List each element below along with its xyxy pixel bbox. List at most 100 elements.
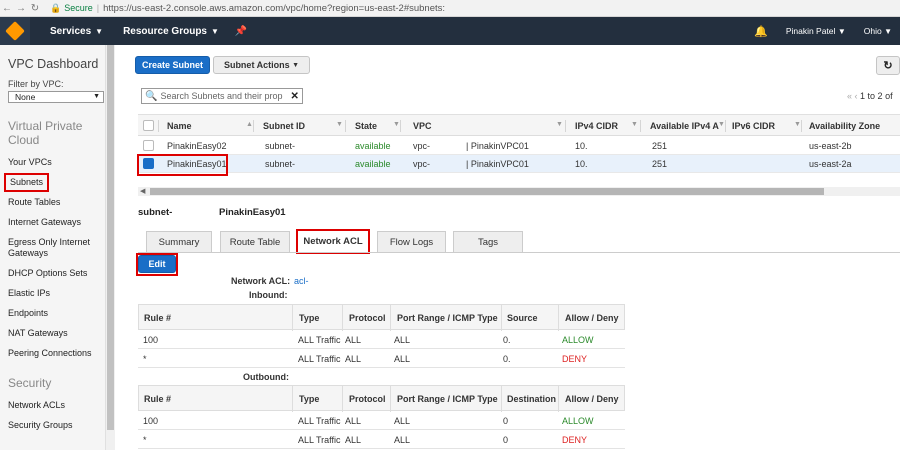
col-ipv6-cidr[interactable]: IPv6 CIDR	[732, 121, 775, 131]
bell-icon[interactable]: 🔔	[754, 25, 768, 38]
detail-subnet-id: subnet-	[138, 207, 173, 218]
col-state[interactable]: State	[355, 121, 377, 131]
forward-icon[interactable]: →	[14, 3, 28, 14]
edit-button[interactable]: Edit	[138, 255, 176, 273]
table-row: * ALL Traffic ALL ALL 0 DENY	[138, 430, 625, 449]
sidebar-item-nat-gateways[interactable]: NAT Gateways	[8, 328, 104, 339]
table-row[interactable]: PinakinEasy02 subnet- available vpc- | P…	[138, 137, 900, 155]
cell-rule: *	[143, 354, 147, 364]
network-acl-label: Network ACL:	[231, 276, 291, 286]
col-subnet-id[interactable]: Subnet ID	[263, 121, 305, 131]
prev-page-icon[interactable]: ‹	[855, 91, 858, 101]
col-availability-zone[interactable]: Availability Zone	[809, 121, 880, 131]
cell-type: ALL Traffic	[298, 335, 341, 345]
secure-label: Secure	[64, 3, 93, 13]
sidebar-scrollbar[interactable]	[106, 45, 115, 450]
column-separator	[640, 120, 641, 132]
highlight-selected-row	[137, 154, 228, 176]
refresh-icon: ↻	[883, 60, 893, 72]
services-label: Services	[50, 25, 92, 37]
sidebar-item-elastic-ips[interactable]: Elastic IPs	[8, 288, 104, 299]
sidebar-item-network-acls[interactable]: Network ACLs	[8, 400, 104, 411]
sort-icon[interactable]: ▼	[794, 121, 801, 128]
user-menu[interactable]: Pinakin Patel ▼	[786, 26, 846, 36]
column-separator	[558, 305, 559, 331]
col-vpc[interactable]: VPC	[413, 121, 432, 131]
subnet-actions-button[interactable]: Subnet Actions ▼	[213, 56, 310, 74]
sidebar-item-internet-gateways[interactable]: Internet Gateways	[8, 217, 104, 228]
tab-network-acl[interactable]: Network ACL	[296, 229, 370, 254]
reload-icon[interactable]: ↻	[28, 3, 42, 14]
region-name: Ohio	[863, 26, 882, 36]
services-menu[interactable]: Services ▼	[50, 26, 103, 37]
search-input[interactable]: 🔍 Search Subnets and their prop ✕	[141, 88, 303, 104]
address-bar[interactable]: https://us-east-2.console.aws.amazon.com…	[103, 3, 445, 14]
cell-type: ALL Traffic	[298, 435, 341, 445]
col-available-ipv4[interactable]: Available IPv4 A	[650, 121, 719, 131]
search-icon: 🔍	[145, 90, 158, 102]
scrollbar-thumb[interactable]	[150, 188, 824, 195]
scroll-left-icon[interactable]: ◀	[140, 187, 145, 195]
tab-route-table[interactable]: Route Table	[220, 231, 290, 252]
sidebar-title[interactable]: VPC Dashboard	[8, 57, 98, 71]
chevron-down-icon: ▼	[95, 26, 104, 36]
column-separator	[725, 120, 726, 132]
network-acl-link[interactable]: acl-	[294, 276, 309, 286]
sort-icon[interactable]: ▼	[336, 121, 343, 128]
scrollbar-thumb[interactable]	[107, 45, 114, 430]
cell-action-deny: DENY	[562, 354, 588, 364]
column-separator	[253, 120, 254, 132]
sidebar-item-dhcp-options[interactable]: DHCP Options Sets	[8, 268, 104, 279]
chevron-down-icon: ▼	[211, 26, 219, 36]
refresh-button[interactable]: ↻	[876, 56, 900, 75]
section-security: Security	[8, 376, 52, 390]
sidebar-item-endpoints[interactable]: Endpoints	[8, 308, 104, 319]
tab-summary[interactable]: Summary	[146, 231, 212, 252]
sort-icon[interactable]: ▼	[393, 121, 400, 128]
tab-tags[interactable]: Tags	[453, 231, 523, 252]
col-name[interactable]: Name	[167, 121, 192, 131]
cell-subnet-id: subnet-	[265, 141, 296, 151]
outbound-col-type: Type	[299, 394, 320, 404]
select-all-checkbox[interactable]	[143, 120, 154, 131]
column-separator	[342, 305, 343, 331]
cell-state: available	[355, 159, 391, 169]
sort-icon[interactable]: ▼	[631, 121, 638, 128]
sidebar-item-your-vpcs[interactable]: Your VPCs	[8, 157, 104, 168]
sidebar-item-peering-connections[interactable]: Peering Connections	[8, 348, 104, 359]
sort-icon[interactable]: ▼	[556, 121, 563, 128]
pager-text: 1 to 2 of	[860, 91, 893, 101]
row-checkbox[interactable]	[143, 140, 154, 151]
cell-vpc: vpc-	[413, 141, 431, 151]
browser-bar: ← → ↻ 🔒 Secure | https://us-east-2.conso…	[0, 0, 900, 17]
sidebar-item-egress-only-gateways[interactable]: Egress Only Internet Gateways	[8, 237, 104, 259]
resource-groups-menu[interactable]: Resource Groups ▼	[123, 26, 219, 37]
cell-ipv4-cidr: 10.	[575, 159, 588, 169]
column-separator	[400, 120, 401, 132]
first-page-icon[interactable]: «	[847, 91, 852, 101]
sidebar-item-subnets[interactable]: Subnets	[4, 173, 50, 192]
aws-logo[interactable]	[0, 17, 30, 45]
col-ipv4-cidr[interactable]: IPv4 CIDR	[575, 121, 618, 131]
sort-icon[interactable]: ▼	[718, 121, 725, 128]
url-separator: |	[96, 3, 100, 13]
sidebar-item-security-groups[interactable]: Security Groups	[8, 420, 104, 431]
create-subnet-button[interactable]: Create Subnet	[135, 56, 210, 74]
sort-icon[interactable]: ▲	[246, 121, 253, 128]
clear-search-icon[interactable]: ✕	[290, 91, 298, 102]
cell-vpc: vpc-	[413, 159, 431, 169]
cell-port: ALL	[394, 354, 411, 364]
cell-type: ALL Traffic	[298, 416, 341, 426]
table-row-selected[interactable]: PinakinEasy01 subnet- available vpc- | P…	[138, 155, 900, 173]
sidebar-item-route-tables[interactable]: Route Tables	[8, 197, 104, 208]
region-menu[interactable]: Ohio ▼	[864, 26, 892, 36]
back-icon[interactable]: ←	[0, 3, 14, 14]
grid-horizontal-scrollbar[interactable]: ◀	[138, 187, 900, 196]
tab-flow-logs[interactable]: Flow Logs	[377, 231, 446, 252]
cell-rule: 100	[143, 416, 159, 426]
search-placeholder: Search Subnets and their prop	[160, 91, 283, 101]
column-separator	[501, 386, 502, 412]
pin-icon[interactable]: 📌	[235, 26, 247, 37]
inbound-table-header: Rule # Type Protocol Port Range / ICMP T…	[138, 304, 625, 331]
vpc-filter-select[interactable]: None ▼	[8, 91, 104, 103]
